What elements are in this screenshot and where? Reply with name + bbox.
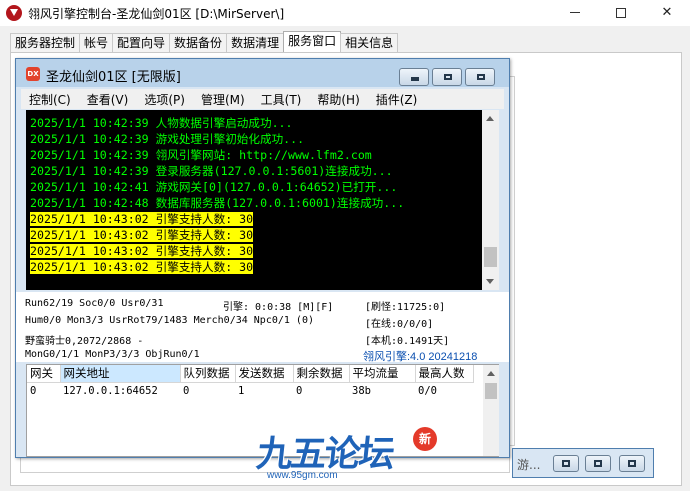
server-menubar: 控制(C) 查看(V) 选项(P) 管理(M) 工具(T) 帮助(H) 插件(Z… [21, 89, 504, 109]
menu-help[interactable]: 帮助(H) [317, 91, 359, 108]
engine-version: 翎风引擎:4.0 20241218 [363, 351, 478, 363]
menu-control[interactable]: 控制(C) [29, 91, 71, 108]
server-window-minimize-button[interactable] [399, 68, 429, 86]
maximize-icon [477, 74, 485, 80]
table-cell: 0 [296, 384, 303, 397]
table-cell: 0 [183, 384, 190, 397]
main-tabstrip: 服务器控制 帐号 配置向导 数据备份 数据清理 服务窗口 相关信息 [0, 28, 690, 54]
close-icon [628, 460, 636, 467]
tab-server-control[interactable]: 服务器控制 [10, 33, 81, 53]
close-button[interactable]: ✕ [644, 0, 690, 26]
menu-plugins[interactable]: 插件(Z) [376, 91, 418, 108]
minimize-icon [411, 77, 419, 81]
minimized-window-title: 游... [517, 458, 541, 472]
log-line: 2025/1/1 10:42:39 登录服务器(127.0.0.1:5601)连… [30, 164, 393, 178]
status-mon: MonG0/1/1 MonP3/3/3 ObjRun0/1 [25, 349, 200, 360]
tab-config-wizard[interactable]: 配置向导 [112, 33, 171, 53]
tab-row: 服务器控制 帐号 配置向导 数据备份 数据清理 服务窗口 相关信息 [10, 31, 399, 53]
table-row[interactable]: 0 127.0.0.1:64652 0 1 0 38b 0/0 [27, 382, 473, 399]
scroll-down-icon[interactable] [486, 279, 494, 284]
restore-icon [562, 460, 570, 467]
table-scrollbar[interactable] [483, 365, 499, 456]
log-console[interactable]: 2025/1/1 10:42:39 人物数据引擎启动成功... 2025/1/1… [26, 110, 499, 290]
watermark-url: www.95gm.com [267, 470, 338, 481]
server-window-title: 圣龙仙剑01区 [无限版] [46, 70, 181, 85]
column-header[interactable]: 剩余数据 [293, 365, 350, 383]
status-local: [本机:0.1491天] [365, 336, 450, 347]
tab-accounts[interactable]: 帐号 [79, 33, 114, 53]
table-cell: 38b [352, 384, 371, 397]
maximize-icon [616, 7, 626, 18]
server-window-maximize-button[interactable] [465, 68, 495, 86]
server-window-restore-button[interactable] [432, 68, 462, 86]
scroll-up-icon[interactable] [486, 116, 494, 121]
table-cell: 1 [238, 384, 245, 397]
highlighted-log-text: 2025/1/1 10:43:02 引擎支持人数: 30 [30, 212, 254, 226]
highlighted-log-text: 2025/1/1 10:43:02 引擎支持人数: 30 [30, 244, 254, 258]
minimized-close-button[interactable] [619, 455, 645, 472]
tab-data-cleanup[interactable]: 数据清理 [226, 33, 285, 53]
watermark-badge: 新 [413, 427, 437, 451]
menu-options[interactable]: 选项(P) [144, 91, 185, 108]
log-line: 2025/1/1 10:42:39 翎风引擎网站: http://www.lfm… [30, 148, 372, 162]
log-line: 2025/1/1 10:42:41 游戏网关[0](127.0.0.1:6465… [30, 180, 398, 194]
scrollbar-thumb[interactable] [484, 247, 497, 267]
log-line-highlighted: 2025/1/1 10:43:02 引擎支持人数: 30 [30, 211, 482, 227]
window-titlebar: 翎风引擎控制台-圣龙仙剑01区 [D:\MirServer\] ✕ [0, 0, 690, 26]
minimized-maximize-button[interactable] [585, 455, 611, 472]
status-engine-time: 引擎: 0:0:38 [M][F] [223, 302, 334, 313]
log-line-highlighted: 2025/1/1 10:43:02 引擎支持人数: 30 [30, 259, 482, 275]
column-header[interactable]: 网关 [27, 365, 61, 383]
menu-tools[interactable]: 工具(T) [261, 91, 302, 108]
log-line: 2025/1/1 10:42:39 人物数据引擎启动成功... [30, 116, 293, 130]
table-cell: 127.0.0.1:64652 [63, 384, 158, 397]
server-window: DX 圣龙仙剑01区 [无限版] 控制(C) 查看(V) 选项(P) 管理(M)… [15, 58, 510, 458]
log-lines: 2025/1/1 10:42:39 人物数据引擎启动成功... 2025/1/1… [30, 115, 482, 275]
tab-data-backup[interactable]: 数据备份 [169, 33, 228, 53]
log-line-highlighted: 2025/1/1 10:43:02 引擎支持人数: 30 [30, 227, 482, 243]
tab-service-window[interactable]: 服务窗口 [283, 31, 342, 53]
log-scrollbar[interactable] [482, 110, 499, 290]
table-header-row: 网关 网关地址 队列数据 发送数据 剩余数据 平均流量 最高人数 [27, 365, 474, 383]
maximize-button[interactable] [598, 0, 644, 26]
status-hum: Hum0/0 Mon3/3 UsrRot79/1483 Merch0/34 Np… [25, 315, 314, 326]
column-header[interactable]: 发送数据 [235, 365, 294, 383]
status-boss: 野蛮骑士0,2072/2868 - [25, 336, 144, 347]
highlighted-log-text: 2025/1/1 10:43:02 引擎支持人数: 30 [30, 260, 254, 274]
table-cell: 0 [30, 384, 37, 397]
dx-logo-icon: DX [26, 67, 40, 81]
column-header[interactable]: 平均流量 [349, 365, 416, 383]
menu-view[interactable]: 查看(V) [87, 91, 129, 108]
app-logo-icon [6, 5, 22, 21]
status-panel: Run62/19 Soc0/0 Usr0/31 引擎: 0:0:38 [M][F… [16, 292, 509, 363]
minimized-window[interactable]: 游... [512, 448, 654, 478]
window-title: 翎风引擎控制台-圣龙仙剑01区 [D:\MirServer\] [28, 7, 285, 21]
column-header[interactable]: 网关地址 [60, 365, 181, 383]
scroll-up-icon[interactable] [487, 371, 495, 376]
status-online: [在线:0/0/0] [365, 319, 434, 330]
status-run: Run62/19 Soc0/0 Usr0/31 [25, 298, 164, 309]
column-header[interactable]: 队列数据 [180, 365, 236, 383]
menu-manage[interactable]: 管理(M) [201, 91, 245, 108]
gateway-grid: 网关 网关地址 队列数据 发送数据 剩余数据 平均流量 最高人数 0 127.0… [27, 365, 474, 399]
scrollbar-thumb[interactable] [485, 383, 497, 399]
close-icon: ✕ [661, 5, 673, 20]
highlighted-log-text: 2025/1/1 10:43:02 引擎支持人数: 30 [30, 228, 254, 242]
tab-related-info[interactable]: 相关信息 [340, 33, 399, 53]
minimize-icon [570, 12, 580, 13]
restore-icon [444, 74, 452, 80]
column-header[interactable]: 最高人数 [415, 365, 474, 383]
table-cell: 0/0 [418, 384, 437, 397]
maximize-icon [594, 460, 602, 467]
server-window-titlebar[interactable]: DX 圣龙仙剑01区 [无限版] [16, 59, 509, 87]
minimize-button[interactable] [552, 0, 598, 26]
log-line: 2025/1/1 10:42:48 数据库服务器(127.0.0.1:6001)… [30, 196, 405, 210]
minimized-restore-button[interactable] [553, 455, 579, 472]
log-line-highlighted: 2025/1/1 10:43:02 引擎支持人数: 30 [30, 243, 482, 259]
forum-watermark: 九五论坛 新 www.95gm.com [253, 425, 453, 487]
status-refresh: [刷怪:11725:0] [365, 302, 446, 313]
log-line: 2025/1/1 10:42:39 游戏处理引擎初始化成功... [30, 132, 305, 146]
